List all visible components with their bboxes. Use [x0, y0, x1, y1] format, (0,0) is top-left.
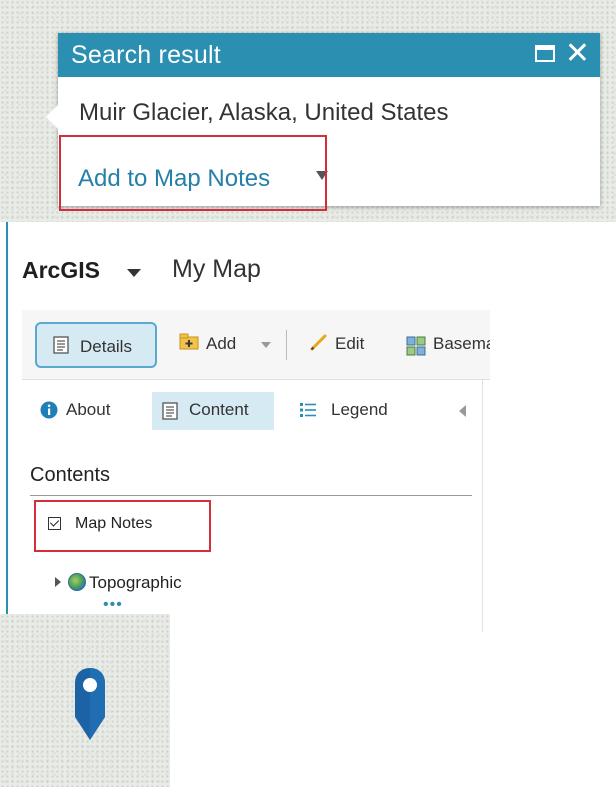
- panel-edge-line: [6, 222, 8, 632]
- globe-icon: [68, 573, 86, 591]
- map-viewer-panel: ArcGIS My Map Details Add Edit Basem Abo…: [0, 222, 490, 632]
- toolbar-divider: [286, 330, 287, 360]
- add-label: Add: [206, 334, 237, 353]
- details-doc-icon: [53, 336, 69, 354]
- collapse-panel-icon[interactable]: [459, 405, 466, 417]
- highlight-box-map-notes: [34, 500, 211, 552]
- basemap-grid-icon: [406, 336, 426, 356]
- arcgis-brand-menu[interactable]: ArcGIS: [22, 257, 100, 284]
- edit-label: Edit: [335, 334, 365, 353]
- highlight-box-add-to-map-notes: [59, 135, 327, 211]
- chevron-down-icon[interactable]: [127, 269, 141, 277]
- popup-title: Search result: [71, 40, 221, 69]
- details-label: Details: [80, 337, 132, 356]
- details-button[interactable]: Details: [35, 322, 157, 368]
- popup-header: Search result ✕: [58, 33, 600, 77]
- main-toolbar: Details Add Edit Basem: [22, 310, 490, 380]
- contents-rule: [30, 495, 472, 496]
- more-options-icon[interactable]: •••: [103, 597, 123, 613]
- panel-divider: [482, 380, 483, 632]
- maximize-icon[interactable]: [535, 45, 555, 62]
- tab-content[interactable]: Content: [152, 392, 274, 430]
- tab-about-label: About: [66, 400, 111, 419]
- tab-content-label: Content: [189, 400, 249, 419]
- tab-legend-label: Legend: [331, 400, 388, 419]
- info-icon: [40, 401, 58, 419]
- map-pin-icon[interactable]: [72, 665, 108, 743]
- pencil-icon: [310, 334, 327, 351]
- details-tabs: About Content Legend: [22, 380, 490, 440]
- legend-list-icon: [300, 403, 316, 417]
- popup-body: Muir Glacier, Alaska, United States: [58, 99, 600, 127]
- basemap-label: Basemap: [433, 336, 490, 353]
- chevron-down-icon[interactable]: [261, 342, 271, 348]
- tab-legend[interactable]: Legend: [299, 392, 409, 430]
- contents-heading: Contents: [30, 464, 111, 486]
- add-layer-icon: [179, 333, 199, 350]
- popup-pointer: [46, 105, 58, 129]
- layer-label-topographic[interactable]: Topographic: [89, 573, 182, 593]
- basemap-button[interactable]: Basemap: [405, 336, 490, 360]
- search-result-place: Muir Glacier, Alaska, United States: [79, 99, 449, 126]
- close-icon[interactable]: ✕: [565, 36, 590, 72]
- map-title: My Map: [172, 255, 261, 283]
- content-doc-icon: [162, 402, 178, 420]
- expand-arrow-icon[interactable]: [55, 577, 61, 587]
- tab-about[interactable]: About: [40, 392, 140, 430]
